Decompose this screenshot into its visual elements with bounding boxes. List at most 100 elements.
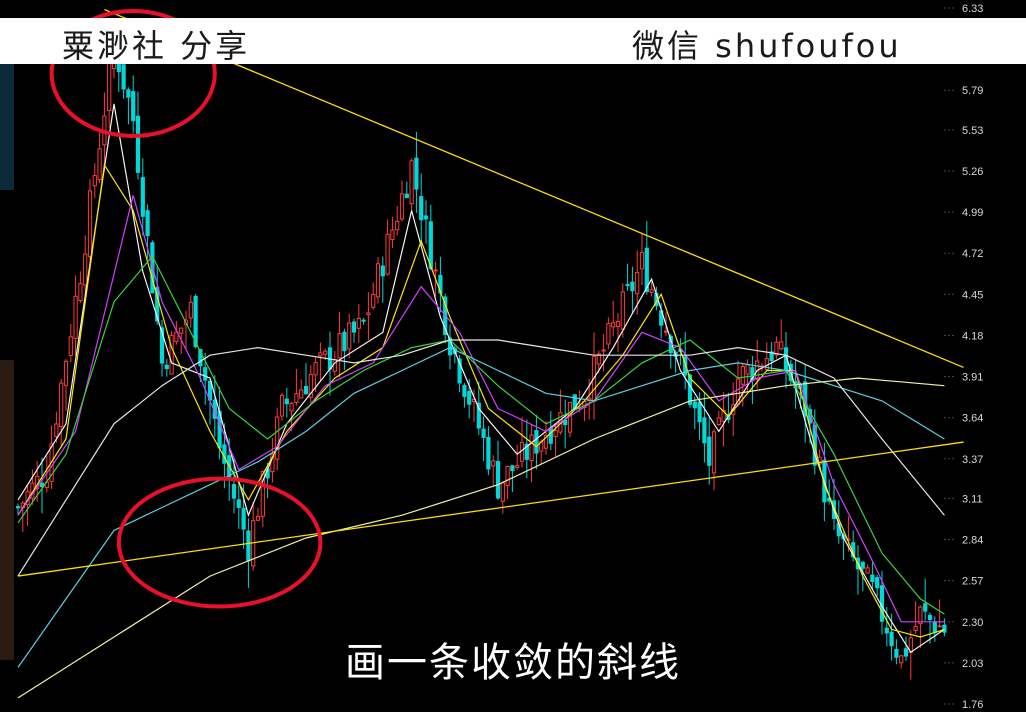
candle-body — [241, 507, 246, 530]
candle-body — [495, 461, 501, 499]
candle-body — [15, 506, 21, 509]
y-tick-label: 4.72 — [962, 248, 983, 260]
candle-body — [649, 289, 654, 293]
candle-body — [289, 402, 294, 412]
y-tick-label: 2.30 — [962, 617, 983, 629]
candle-body — [409, 160, 414, 205]
candle-body — [375, 263, 381, 298]
candle-body — [73, 295, 78, 339]
candle-body — [505, 465, 510, 487]
candle-body — [745, 364, 750, 375]
candle-body — [937, 625, 942, 628]
candle-body — [548, 427, 553, 444]
y-tick-label: 3.64 — [962, 413, 983, 425]
y-tick-label: 3.37 — [962, 454, 983, 466]
candle-body — [390, 229, 395, 241]
candle-body — [433, 269, 438, 272]
chart-screenshot: 6.336.065.795.535.264.994.724.454.183.91… — [0, 0, 1026, 712]
y-tick-label: 4.18 — [962, 330, 983, 342]
candle-body — [59, 382, 64, 428]
y-tick-label: 1.76 — [962, 699, 983, 711]
candle-body — [529, 434, 534, 462]
candle-body — [467, 391, 472, 405]
candle-body — [303, 385, 309, 395]
candle-body — [399, 193, 405, 220]
candle-body — [347, 322, 352, 350]
candle-body — [92, 175, 97, 187]
y-tick-label: 3.91 — [962, 372, 983, 384]
candle-body — [236, 499, 241, 509]
candle-body — [711, 431, 717, 474]
candle-body — [611, 322, 616, 328]
y-tick-label: 3.11 — [962, 493, 983, 505]
caption-subtitle: 画一条收敛的斜线 — [345, 640, 681, 686]
candle-body — [462, 385, 467, 397]
candle-body — [639, 252, 645, 270]
candlestick-chart: 6.336.065.795.535.264.994.724.454.183.91… — [15, 3, 983, 711]
annotation-circles — [49, 9, 323, 609]
y-tick-label: 2.57 — [962, 576, 983, 588]
watermark-banner: 粟渺社 分享 微信 shufoufou — [0, 18, 1026, 64]
candle-body — [361, 319, 366, 322]
candle-body — [356, 317, 361, 329]
candle-body — [313, 362, 318, 376]
candle-body — [615, 321, 621, 328]
candle-body — [860, 561, 865, 569]
candle-body — [68, 336, 73, 356]
candle-body — [692, 401, 697, 409]
y-tick-label: 5.79 — [962, 85, 983, 97]
candle-body — [351, 321, 357, 333]
candle-body — [606, 323, 611, 345]
candle-body — [83, 253, 88, 286]
candle-body — [87, 190, 93, 258]
candle-body — [63, 360, 69, 386]
candle-body — [337, 333, 342, 359]
candle-body — [380, 265, 385, 277]
candle-body — [697, 401, 702, 423]
candle-body — [414, 157, 419, 190]
candle-body — [663, 330, 669, 333]
candle-body — [179, 327, 184, 334]
candle-body — [702, 417, 707, 444]
candle-body — [486, 436, 491, 470]
candle-body — [323, 350, 328, 355]
candle-body — [332, 359, 337, 372]
moving-average-lines — [17, 103, 945, 699]
candle-body — [126, 89, 131, 98]
candle-body — [54, 423, 59, 437]
candle-body — [107, 60, 112, 112]
candle-body — [515, 465, 520, 469]
watermark-right-text: 微信 shufoufou — [632, 27, 902, 64]
candle-body — [625, 284, 630, 287]
candle-body — [164, 364, 169, 370]
candle-body — [279, 394, 285, 417]
candle-body — [510, 465, 515, 472]
y-tick-label: 6.33 — [962, 3, 983, 15]
candle-body — [342, 331, 347, 352]
candle-body — [131, 91, 136, 122]
candle-body — [740, 365, 745, 385]
candle-body — [716, 417, 721, 425]
annotation-circle — [116, 476, 323, 609]
candle-body — [918, 606, 923, 625]
candle-body — [481, 428, 486, 438]
candle-body — [635, 272, 640, 295]
candle-body — [140, 177, 145, 217]
candle-body — [707, 436, 712, 466]
candle-body — [246, 530, 251, 562]
candle-body — [299, 389, 304, 399]
y-tick-label: 4.99 — [962, 207, 983, 219]
candle-body — [145, 210, 150, 237]
candle-body — [601, 349, 606, 352]
candle-body — [188, 301, 193, 319]
candle-body — [923, 603, 928, 612]
candle-body — [865, 567, 870, 574]
candle-body — [534, 430, 539, 454]
candle-body — [779, 341, 784, 350]
candle-body — [135, 115, 141, 173]
candle-body — [294, 393, 299, 404]
y-tick-label: 2.84 — [962, 535, 983, 547]
candle-body — [927, 614, 933, 621]
watermark-left-text: 粟渺社 分享 — [62, 27, 251, 64]
candle-body — [630, 281, 635, 292]
